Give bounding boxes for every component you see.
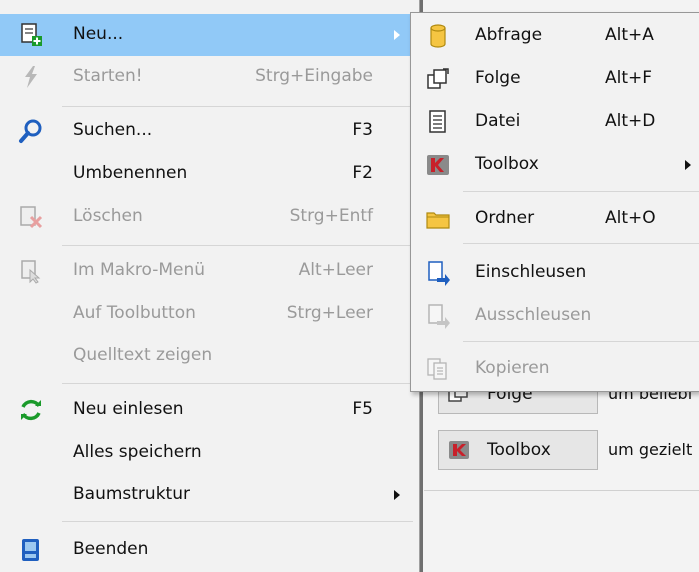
background-divider xyxy=(424,490,699,491)
sequence-icon xyxy=(427,68,449,89)
submenu-item-abfrage[interactable]: Abfrage Alt+A xyxy=(411,15,699,57)
menu-item-shortcut: F3 xyxy=(352,120,373,140)
delete-icon xyxy=(20,206,43,229)
menu-item-shortcut: Alt+Leer xyxy=(298,260,373,280)
search-icon xyxy=(19,119,42,143)
menu-item-shortcut: Strg+Eingabe xyxy=(255,66,373,86)
context-menu: Neu... Starten! Strg+Eingabe Suchen... F… xyxy=(0,0,420,572)
submenu-item-einschleusen[interactable]: Einschleusen xyxy=(411,252,699,294)
menu-item-shortcut: F2 xyxy=(352,163,373,183)
menu-item-shortcut: F5 xyxy=(352,399,373,419)
submenu-item-shortcut: Alt+F xyxy=(605,68,653,88)
query-icon xyxy=(430,24,446,48)
menu-item-label: Löschen xyxy=(73,206,143,226)
submenu-item-shortcut: Alt+D xyxy=(605,111,656,131)
menu-separator xyxy=(62,245,413,246)
submenu-item-toolbox[interactable]: Toolbox xyxy=(411,144,699,186)
menu-item-loeschen[interactable]: Löschen Strg+Entf xyxy=(0,196,419,238)
menu-item-makro[interactable]: Im Makro-Menü Alt+Leer xyxy=(0,250,419,292)
submenu-arrow-icon xyxy=(685,160,691,170)
menu-separator xyxy=(62,106,413,107)
background-toolbox-label: Toolbox xyxy=(487,440,551,460)
submenu-item-label: Toolbox xyxy=(475,154,539,174)
file-icon xyxy=(429,110,446,133)
menu-item-beenden[interactable]: Beenden xyxy=(0,529,419,571)
submenu-separator xyxy=(463,341,699,342)
submenu-item-folge[interactable]: Folge Alt+F xyxy=(411,58,699,100)
copy-icon xyxy=(427,358,447,380)
menu-item-neu-einlesen[interactable]: Neu einlesen F5 xyxy=(0,389,419,431)
menu-item-suchen[interactable]: Suchen... F3 xyxy=(0,110,419,152)
menu-item-label: Alles speichern xyxy=(73,442,202,462)
new-submenu: Abfrage Alt+A Folge Alt+F Datei Alt+D To… xyxy=(410,12,699,392)
submenu-item-shortcut: Alt+O xyxy=(605,208,656,228)
background-toolbox-button[interactable]: Toolbox xyxy=(438,430,598,470)
submenu-item-label: Ordner xyxy=(475,208,535,228)
submenu-item-label: Datei xyxy=(475,111,521,131)
menu-item-umbenennen[interactable]: Umbenennen F2 xyxy=(0,153,419,195)
menu-item-toolbutton[interactable]: Auf Toolbutton Strg+Leer xyxy=(0,293,419,335)
export-icon xyxy=(428,304,450,329)
submenu-item-shortcut: Alt+A xyxy=(605,25,654,45)
menu-item-baumstruktur[interactable]: Baumstruktur xyxy=(0,474,419,516)
menu-separator xyxy=(62,383,413,384)
submenu-separator xyxy=(463,243,699,244)
menu-item-label: Auf Toolbutton xyxy=(73,303,196,323)
submenu-item-label: Folge xyxy=(475,68,521,88)
submenu-item-ausschleusen[interactable]: Ausschleusen xyxy=(411,295,699,337)
import-icon xyxy=(428,261,450,286)
submenu-item-label: Einschleusen xyxy=(475,262,587,282)
submenu-item-kopieren[interactable]: Kopieren xyxy=(411,348,699,390)
menu-item-quelltext[interactable]: Quelltext zeigen xyxy=(0,335,419,377)
menu-item-label: Baumstruktur xyxy=(73,484,190,504)
menu-item-label: Neu... xyxy=(73,24,124,44)
lightning-icon xyxy=(25,66,37,88)
menu-item-label: Quelltext zeigen xyxy=(73,345,213,365)
submenu-arrow-icon xyxy=(394,490,400,500)
exit-icon xyxy=(22,539,39,561)
menu-item-label: Im Makro-Menü xyxy=(73,260,206,280)
submenu-separator xyxy=(463,191,699,192)
menu-item-label: Beenden xyxy=(73,539,149,559)
menu-item-shortcut: Strg+Leer xyxy=(286,303,373,323)
submenu-arrow-icon xyxy=(394,30,400,40)
menu-item-label: Umbenennen xyxy=(73,163,188,183)
refresh-icon xyxy=(21,399,41,421)
toolbox-icon xyxy=(427,155,449,175)
background-toolbox-desc: um gezielt xyxy=(608,440,693,459)
menu-item-label: Neu einlesen xyxy=(73,399,184,419)
submenu-item-label: Kopieren xyxy=(475,358,550,378)
macro-icon xyxy=(21,260,41,284)
menu-item-alles-speichern[interactable]: Alles speichern xyxy=(0,432,419,474)
new-document-icon xyxy=(21,23,42,46)
menu-item-neu[interactable]: Neu... xyxy=(0,14,419,56)
menu-separator xyxy=(62,521,413,522)
folder-icon xyxy=(426,212,450,229)
menu-item-label: Suchen... xyxy=(73,120,153,140)
submenu-item-label: Abfrage xyxy=(475,25,543,45)
submenu-item-datei[interactable]: Datei Alt+D xyxy=(411,101,699,143)
menu-item-starten[interactable]: Starten! Strg+Eingabe xyxy=(0,56,419,98)
menu-item-label: Starten! xyxy=(73,66,143,86)
submenu-item-label: Ausschleusen xyxy=(475,305,592,325)
menu-item-shortcut: Strg+Entf xyxy=(289,206,373,226)
submenu-item-ordner[interactable]: Ordner Alt+O xyxy=(411,198,699,240)
toolbox-icon xyxy=(449,441,469,459)
